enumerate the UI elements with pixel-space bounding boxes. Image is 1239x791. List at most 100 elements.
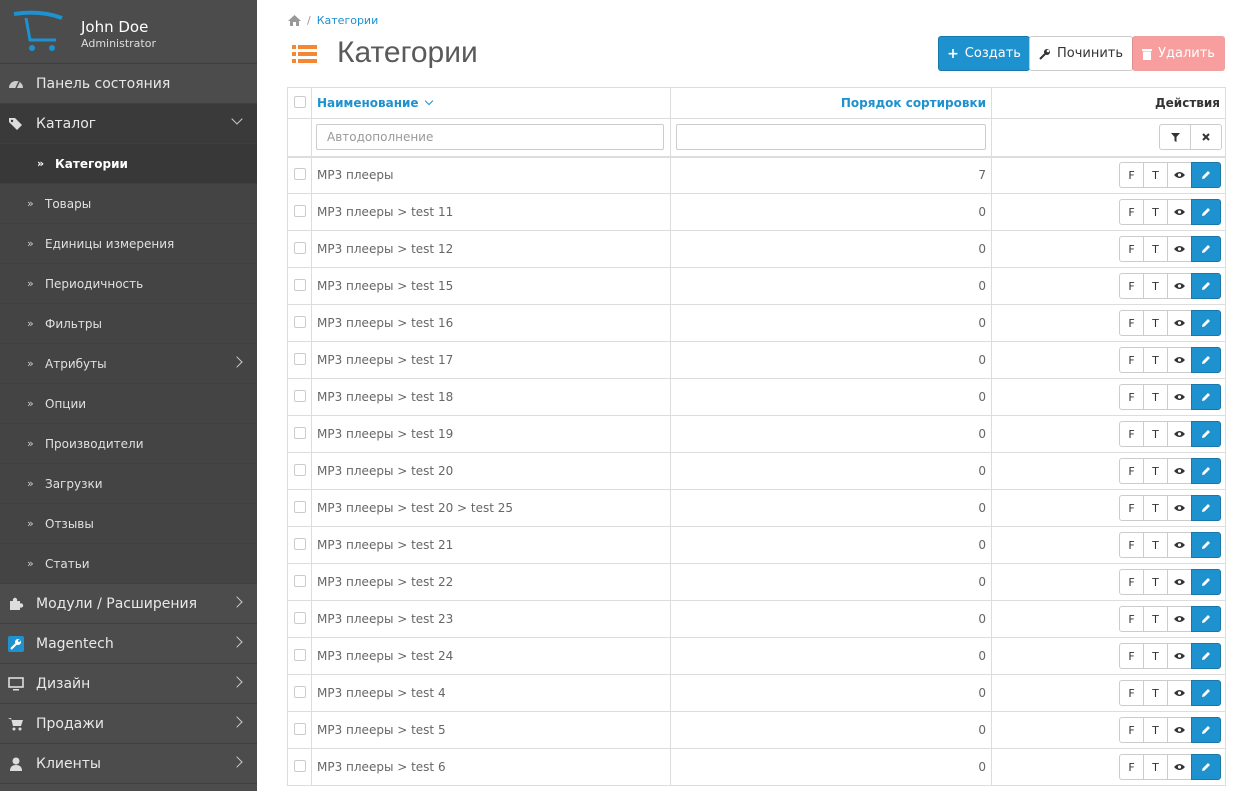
f-button[interactable]: F (1119, 569, 1144, 595)
row-checkbox[interactable] (293, 500, 306, 513)
row-checkbox[interactable] (293, 315, 306, 328)
view-button[interactable] (1167, 310, 1192, 336)
sidebar-item-catalog[interactable]: Каталог (0, 104, 257, 144)
t-button[interactable]: T (1143, 606, 1168, 632)
view-button[interactable] (1167, 643, 1192, 669)
t-button[interactable]: T (1143, 754, 1168, 780)
sidebar-subitem[interactable]: » Производители (0, 424, 257, 464)
edit-button[interactable] (1191, 273, 1221, 299)
f-button[interactable]: F (1119, 421, 1144, 447)
edit-button[interactable] (1191, 569, 1221, 595)
edit-button[interactable] (1191, 421, 1221, 447)
t-button[interactable]: T (1143, 569, 1168, 595)
f-button[interactable]: F (1119, 347, 1144, 373)
t-button[interactable]: T (1143, 310, 1168, 336)
row-checkbox[interactable] (293, 241, 306, 254)
column-name-header[interactable]: Наименование (311, 87, 671, 119)
row-checkbox[interactable] (293, 463, 306, 476)
t-button[interactable]: T (1143, 421, 1168, 447)
edit-button[interactable] (1191, 310, 1221, 336)
f-button[interactable]: F (1119, 754, 1144, 780)
sidebar-item[interactable]: Модули / Расширения (0, 584, 257, 624)
f-button[interactable]: F (1119, 606, 1144, 632)
t-button[interactable]: T (1143, 162, 1168, 189)
sidebar-subitem[interactable]: » Статьи (0, 544, 257, 584)
view-button[interactable] (1167, 236, 1192, 262)
home-icon[interactable] (288, 15, 301, 26)
f-button[interactable]: F (1119, 717, 1144, 743)
sidebar-subitem[interactable]: » Атрибуты (0, 344, 257, 384)
t-button[interactable]: T (1143, 458, 1168, 484)
f-button[interactable]: F (1119, 236, 1144, 262)
edit-button[interactable] (1191, 384, 1221, 410)
sidebar-subitem[interactable]: » Периодичность (0, 264, 257, 304)
row-checkbox[interactable] (293, 574, 306, 587)
f-button[interactable]: F (1119, 643, 1144, 669)
repair-button[interactable]: Починить (1029, 36, 1133, 71)
sort-filter-input[interactable] (676, 124, 986, 151)
edit-button[interactable] (1191, 532, 1221, 558)
edit-button[interactable] (1191, 347, 1221, 373)
view-button[interactable] (1167, 606, 1192, 632)
sidebar-subitem[interactable]: » Единицы измерения (0, 224, 257, 264)
row-checkbox[interactable] (293, 537, 306, 550)
sidebar-subitem[interactable]: » Фильтры (0, 304, 257, 344)
edit-button[interactable] (1191, 236, 1221, 262)
sidebar-subitem[interactable]: » Опции (0, 384, 257, 424)
view-button[interactable] (1167, 273, 1192, 299)
edit-button[interactable] (1191, 199, 1221, 225)
view-button[interactable] (1167, 384, 1192, 410)
sidebar-item[interactable]: Клиенты (0, 744, 257, 784)
f-button[interactable]: F (1119, 273, 1144, 299)
t-button[interactable]: T (1143, 532, 1168, 558)
row-checkbox[interactable] (293, 611, 306, 624)
t-button[interactable]: T (1143, 717, 1168, 743)
breadcrumb-current[interactable]: Категории (317, 14, 379, 27)
sidebar-item[interactable]: Дизайн (0, 664, 257, 704)
row-checkbox[interactable] (293, 759, 306, 772)
row-checkbox[interactable] (293, 722, 306, 735)
t-button[interactable]: T (1143, 680, 1168, 706)
clear-filter-button[interactable] (1190, 124, 1222, 151)
row-checkbox[interactable] (293, 352, 306, 365)
sidebar-item[interactable]: Продажи (0, 704, 257, 744)
edit-button[interactable] (1191, 680, 1221, 706)
f-button[interactable]: F (1119, 384, 1144, 410)
f-button[interactable]: F (1119, 458, 1144, 484)
edit-button[interactable] (1191, 717, 1221, 743)
row-checkbox[interactable] (293, 648, 306, 661)
edit-button[interactable] (1191, 458, 1221, 484)
column-sort-header[interactable]: Порядок сортировки (670, 87, 992, 119)
t-button[interactable]: T (1143, 199, 1168, 225)
sidebar-subitem[interactable]: » Загрузки (0, 464, 257, 504)
t-button[interactable]: T (1143, 273, 1168, 299)
sidebar-subitem[interactable]: » Отзывы (0, 504, 257, 544)
sidebar-item-dashboard[interactable]: Панель состояния (0, 64, 257, 104)
row-checkbox[interactable] (293, 204, 306, 217)
view-button[interactable] (1167, 495, 1192, 521)
row-checkbox[interactable] (293, 426, 306, 439)
sidebar-item[interactable]: Magentech (0, 624, 257, 664)
edit-button[interactable] (1191, 643, 1221, 669)
name-filter-input[interactable]: Автодополнение (316, 124, 664, 151)
row-checkbox[interactable] (293, 167, 306, 180)
row-checkbox[interactable] (293, 685, 306, 698)
edit-button[interactable] (1191, 495, 1221, 521)
f-button[interactable]: F (1119, 680, 1144, 706)
delete-button[interactable]: Удалить (1132, 36, 1225, 71)
filter-button[interactable] (1159, 124, 1191, 151)
f-button[interactable]: F (1119, 199, 1144, 225)
view-button[interactable] (1167, 458, 1192, 484)
view-button[interactable] (1167, 717, 1192, 743)
create-button[interactable]: + Создать (938, 36, 1030, 71)
t-button[interactable]: T (1143, 495, 1168, 521)
edit-button[interactable] (1191, 162, 1221, 189)
t-button[interactable]: T (1143, 643, 1168, 669)
view-button[interactable] (1167, 421, 1192, 447)
view-button[interactable] (1167, 162, 1192, 189)
t-button[interactable]: T (1143, 347, 1168, 373)
view-button[interactable] (1167, 347, 1192, 373)
select-all-checkbox[interactable] (293, 95, 306, 108)
view-button[interactable] (1167, 569, 1192, 595)
row-checkbox[interactable] (293, 389, 306, 402)
